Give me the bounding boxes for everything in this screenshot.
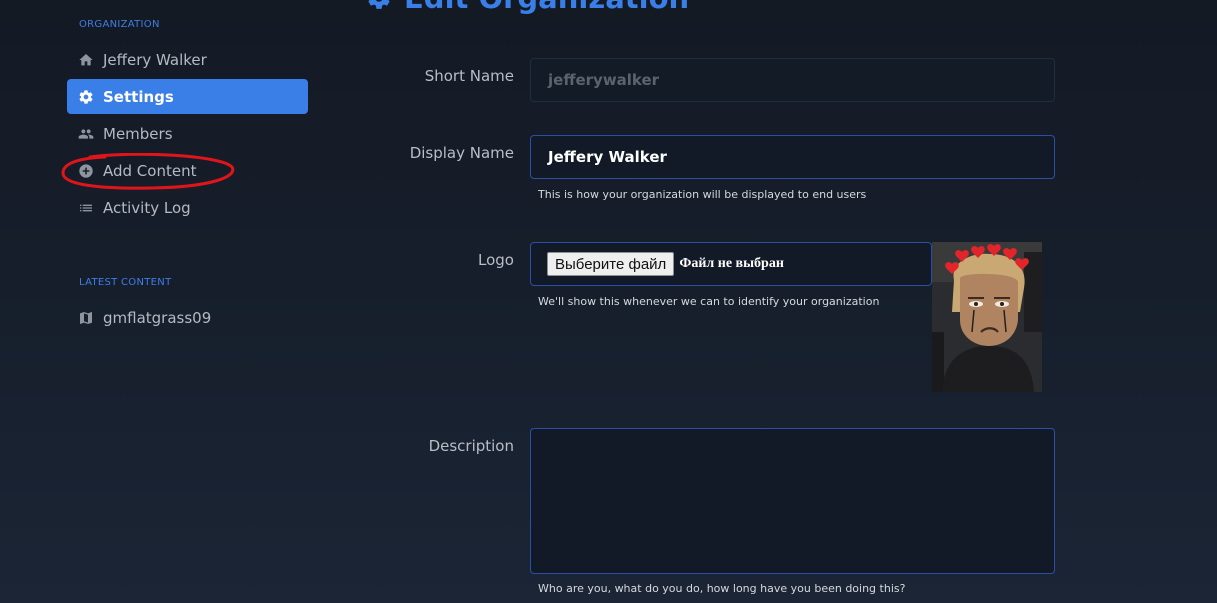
display-name-field[interactable]: Jeffery Walker bbox=[530, 135, 1055, 179]
logo-label: Logo bbox=[478, 251, 514, 269]
sidebar-item-label: Activity Log bbox=[103, 198, 191, 217]
sidebar-item-add-content[interactable]: Add Content bbox=[67, 153, 308, 188]
display-name-label: Display Name bbox=[409, 144, 514, 162]
gear-icon bbox=[77, 88, 94, 105]
display-name-help: This is how your organization will be di… bbox=[538, 188, 867, 201]
file-status: Файл не выбран bbox=[679, 256, 784, 271]
choose-file-button[interactable]: Выберите файл bbox=[547, 252, 675, 276]
sidebar-item-settings[interactable]: Settings bbox=[67, 79, 308, 114]
sidebar-item-label: Settings bbox=[103, 87, 174, 106]
latest-content-item[interactable]: gmflatgrass09 bbox=[67, 300, 308, 335]
logo-file-input[interactable]: Выберите файл Файл не выбран bbox=[530, 242, 932, 286]
sidebar-item-label: Add Content bbox=[103, 161, 197, 180]
description-label: Description bbox=[428, 437, 514, 455]
short-name-field: jefferywalker bbox=[530, 58, 1055, 102]
latest-content-section-title: LATEST CONTENT bbox=[79, 277, 172, 288]
sidebar-item-label: Jeffery Walker bbox=[103, 50, 207, 69]
page-title-text: Edit Organization bbox=[404, 0, 689, 15]
sidebar-item-label: Members bbox=[103, 124, 173, 143]
organization-section-title: ORGANIZATION bbox=[79, 19, 160, 30]
sidebar: ORGANIZATION Jeffery Walker Settings Mem… bbox=[0, 0, 320, 603]
logo-help: We'll show this whenever we can to ident… bbox=[538, 295, 880, 308]
organization-logo-image bbox=[932, 242, 1042, 392]
plus-circle-icon bbox=[77, 162, 94, 179]
page-title: Edit Organization bbox=[366, 0, 689, 15]
short-name-label: Short Name bbox=[424, 67, 514, 85]
list-icon bbox=[77, 199, 94, 216]
description-textarea[interactable] bbox=[530, 428, 1055, 574]
sidebar-item-activity-log[interactable]: Activity Log bbox=[67, 190, 308, 225]
sidebar-item-members[interactable]: Members bbox=[67, 116, 308, 151]
people-icon bbox=[77, 125, 94, 142]
sidebar-item-label: gmflatgrass09 bbox=[103, 308, 212, 327]
description-help: Who are you, what do you do, how long ha… bbox=[538, 582, 906, 595]
sidebar-item-organization-home[interactable]: Jeffery Walker bbox=[67, 42, 308, 77]
map-icon bbox=[77, 309, 94, 326]
home-icon bbox=[77, 51, 94, 68]
gear-icon bbox=[368, 0, 390, 9]
